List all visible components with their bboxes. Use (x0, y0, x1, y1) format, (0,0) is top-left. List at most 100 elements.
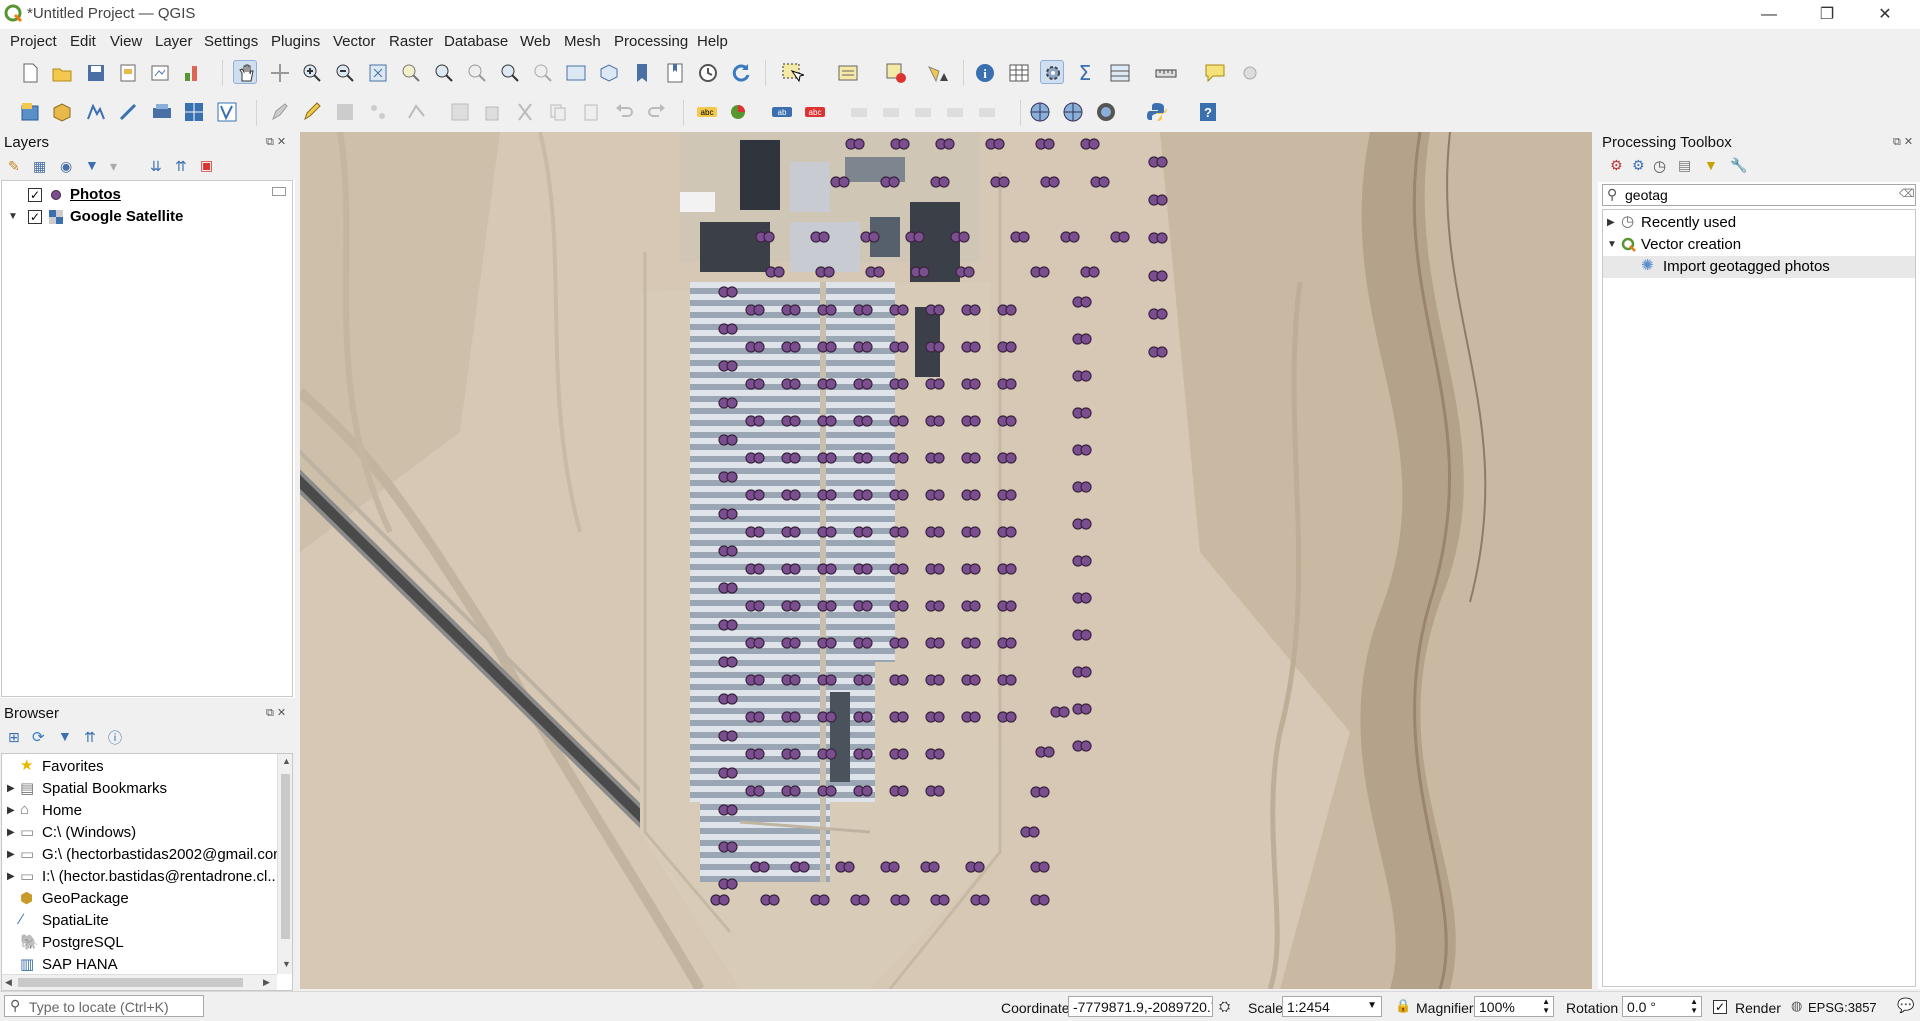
photo-point[interactable] (897, 637, 909, 649)
photo-point[interactable] (973, 861, 985, 873)
photo-point[interactable] (825, 304, 837, 316)
photo-point[interactable] (825, 600, 837, 612)
new-project-icon[interactable] (18, 61, 42, 85)
photo-point[interactable] (825, 563, 837, 575)
photo-point[interactable] (753, 674, 765, 686)
minimize-button[interactable]: — (1740, 0, 1798, 29)
remove-layer-icon[interactable]: ▣ (200, 157, 213, 174)
data-source-manager-icon[interactable] (18, 100, 42, 124)
photo-point[interactable] (897, 452, 909, 464)
photo-point[interactable] (753, 378, 765, 390)
photo-point[interactable] (726, 545, 738, 557)
redo-icon[interactable] (645, 100, 669, 124)
photo-point[interactable] (753, 785, 765, 797)
photo-point[interactable] (1080, 370, 1092, 382)
collapse-arrow-icon[interactable]: ▼ (1607, 239, 1617, 250)
photo-point[interactable] (897, 785, 909, 797)
photo-point[interactable] (726, 397, 738, 409)
browser-item-g-drive[interactable]: ▶ ▭ G:\ (hectorbastidas2002@gmail.com) (2, 844, 277, 866)
photo-point[interactable] (726, 360, 738, 372)
photo-point[interactable] (753, 415, 765, 427)
scroll-right-icon[interactable]: ▶ (263, 977, 270, 988)
toolbox-search-input[interactable]: ⚲ geotag ⌫ (1602, 184, 1916, 206)
photo-point[interactable] (825, 637, 837, 649)
photo-point[interactable] (897, 674, 909, 686)
photo-point[interactable] (943, 138, 955, 150)
move-label-icon[interactable] (912, 100, 936, 124)
chevron-down-icon[interactable]: ▼ (1367, 1000, 1377, 1011)
photo-point[interactable] (1005, 304, 1017, 316)
messages-icon[interactable]: 💬 (1897, 997, 1914, 1014)
photo-point[interactable] (818, 894, 830, 906)
clear-search-icon[interactable]: ⌫ (1899, 187, 1915, 200)
layout-manager-icon[interactable] (148, 61, 172, 85)
photo-point[interactable] (818, 231, 830, 243)
photo-point[interactable] (825, 489, 837, 501)
photo-point[interactable] (897, 563, 909, 575)
photo-point[interactable] (726, 656, 738, 668)
photo-point[interactable] (825, 674, 837, 686)
photo-point[interactable] (753, 304, 765, 316)
browser-item-sap-hana[interactable]: ▥ SAP HANA (2, 954, 277, 976)
photo-point[interactable] (861, 378, 873, 390)
photo-point[interactable] (726, 434, 738, 446)
photo-point[interactable] (993, 138, 1005, 150)
browser-item-i-drive[interactable]: ▶ ▭ I:\ (hector.bastidas@rentadrone.cl..… (2, 866, 277, 888)
pan-map-icon[interactable] (233, 60, 257, 84)
quickmapservices-icon[interactable] (1094, 100, 1118, 124)
photo-point[interactable] (933, 674, 945, 686)
wfs-layer-icon[interactable] (1061, 100, 1085, 124)
menu-layer[interactable]: Layer (155, 33, 193, 50)
photo-point[interactable] (726, 582, 738, 594)
menu-processing[interactable]: Processing (614, 33, 688, 50)
zoom-next-icon[interactable] (531, 61, 555, 85)
wms-layer-icon[interactable] (1028, 100, 1052, 124)
menu-help[interactable]: Help (697, 33, 728, 50)
photo-point[interactable] (933, 452, 945, 464)
select-features-icon[interactable] (780, 61, 806, 85)
photo-point[interactable] (789, 637, 801, 649)
filter-browser-icon[interactable]: ▼ (58, 728, 72, 744)
photo-point[interactable] (933, 304, 945, 316)
photo-point[interactable] (726, 878, 738, 890)
photo-point[interactable] (825, 452, 837, 464)
photo-point[interactable] (861, 748, 873, 760)
toolbox-item-vector-creation[interactable]: ▼ Vector creation (1603, 234, 1915, 256)
expand-arrow-icon[interactable]: ▶ (7, 783, 15, 794)
collapse-all-icon[interactable]: ⇈ (175, 158, 187, 175)
delete-selected-icon[interactable] (480, 100, 504, 124)
photo-point[interactable] (823, 266, 835, 278)
photo-point[interactable] (963, 266, 975, 278)
magnifier-spinbox[interactable]: 100% ▲ ▼ (1474, 996, 1554, 1017)
label-options-icon[interactable]: abc (695, 100, 719, 124)
photo-point[interactable] (789, 452, 801, 464)
photo-point[interactable] (1005, 341, 1017, 353)
menu-mesh[interactable]: Mesh (564, 33, 601, 50)
photo-point[interactable] (858, 894, 870, 906)
photo-point[interactable] (1038, 894, 1050, 906)
menu-plugins[interactable]: Plugins (271, 33, 320, 50)
photo-point[interactable] (726, 619, 738, 631)
photo-point[interactable] (789, 378, 801, 390)
photo-point[interactable] (789, 674, 801, 686)
scroll-left-icon[interactable]: ◀ (5, 977, 12, 988)
filter-legend-icon[interactable]: ▼ (85, 157, 99, 173)
temporal-controller-icon[interactable] (696, 61, 720, 85)
photo-point[interactable] (1080, 592, 1092, 604)
close-window-button[interactable]: ✕ (1856, 0, 1914, 29)
annotations-icon[interactable] (1238, 61, 1262, 85)
python-console-icon[interactable] (1145, 100, 1169, 124)
scrollbar-thumb[interactable] (281, 774, 290, 939)
layer-row-google-satellite[interactable]: ▼ ✓ Google Satellite (2, 206, 292, 228)
new-temporary-layer-icon[interactable] (215, 100, 239, 124)
show-hide-labels-icon[interactable] (880, 100, 904, 124)
models-icon[interactable]: ⚙ (1610, 157, 1623, 174)
photo-point[interactable] (718, 894, 730, 906)
browser-item-spatial-bookmarks[interactable]: ▶ ▤ Spatial Bookmarks (2, 778, 277, 800)
photo-point[interactable] (868, 231, 880, 243)
menu-raster[interactable]: Raster (389, 33, 433, 50)
menu-settings[interactable]: Settings (204, 33, 258, 50)
photo-point[interactable] (789, 489, 801, 501)
render-checkbox[interactable]: ✓ (1713, 1000, 1727, 1014)
rotate-label-icon[interactable] (944, 100, 968, 124)
